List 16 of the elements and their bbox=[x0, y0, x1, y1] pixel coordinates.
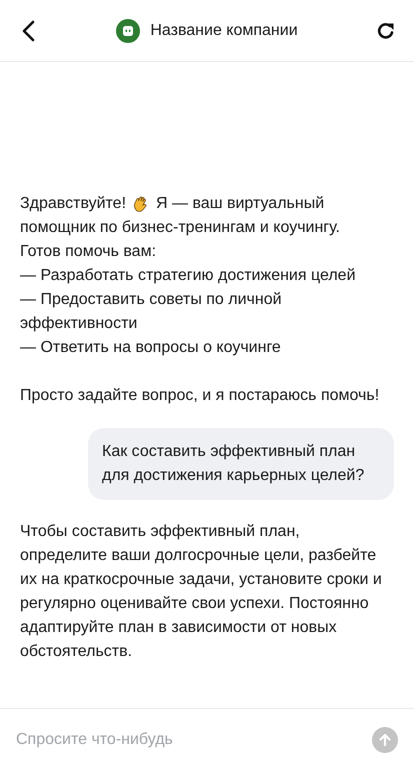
arrow-up-icon bbox=[378, 732, 392, 746]
refresh-icon bbox=[376, 20, 396, 40]
bot-message-text: Чтобы составить эффективный план, определите ваши долгосрочные цели, разбейте их на краткосрочные задачи, установите сроки и регулярно оценивайте свои успехи. Постоянно адаптируйте план в зависимости от новых обстоятельств. bbox=[20, 522, 382, 662]
bot-message-line: — Ответить на вопросы о коучинге bbox=[20, 338, 281, 358]
bot-message-text: Просто задайте вопрос, и я постараюсь помочь! bbox=[20, 386, 380, 406]
bot-message-line: — Предоставить советы по личной эффективности bbox=[20, 290, 283, 334]
bot-logo-icon bbox=[116, 18, 140, 42]
message-input[interactable]: Спросите что-нибудь bbox=[16, 728, 372, 752]
company-name: Название компании bbox=[150, 20, 298, 40]
back-icon bbox=[21, 20, 35, 42]
bot-message-text: Я — ваш виртуальный bbox=[156, 194, 324, 214]
user-message-bubble: Как составить эффективный план для достижения карьерных целей? bbox=[88, 428, 394, 500]
bot-message-line: Готов помочь вам: bbox=[20, 242, 156, 262]
greeting-text: Здравствуйте! bbox=[20, 194, 126, 214]
bot-message-line: помощник по бизнес-тренингам и коучингу. bbox=[20, 218, 340, 238]
bot-message-line: — Разработать стратегию достижения целей bbox=[20, 266, 356, 286]
